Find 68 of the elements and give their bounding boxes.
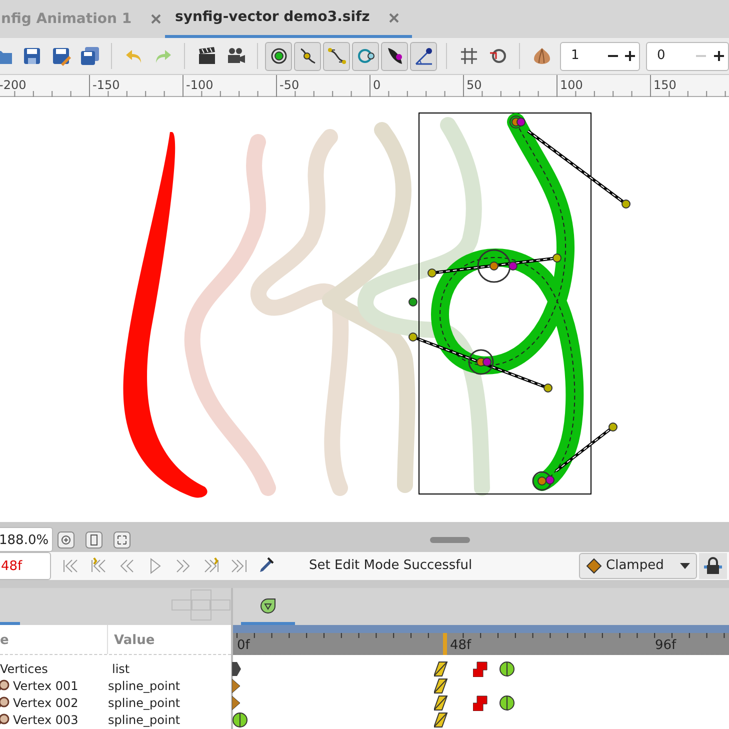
- linear-waypoint-icon[interactable]: [434, 695, 450, 711]
- spin-field[interactable]: 0: [646, 42, 729, 70]
- circle-tool-icon[interactable]: [356, 46, 376, 66]
- column-header[interactable]: e: [0, 625, 108, 654]
- snap-icon[interactable]: [488, 46, 508, 66]
- vertex-handle[interactable]: [510, 116, 526, 128]
- smooth-waypoint-icon[interactable]: [499, 661, 515, 677]
- constant-waypoint-icon[interactable]: [473, 661, 489, 677]
- interpolation-dropdown[interactable]: Clamped: [579, 553, 697, 579]
- spline-tool-icon[interactable]: [326, 46, 346, 66]
- param-name[interactable]: Vertex 002: [13, 694, 78, 712]
- tangent-handle[interactable]: [408, 332, 552, 392]
- status-text: Set Edit Mode Successful: [309, 557, 474, 576]
- transform-tool-icon[interactable]: [268, 46, 288, 66]
- time-label: 0f: [237, 637, 250, 655]
- grid-icon[interactable]: [458, 46, 478, 66]
- vertex-handle[interactable]: [468, 349, 494, 375]
- ruler-label: -100: [186, 77, 214, 94]
- plus-icon: [624, 50, 636, 62]
- ruler-label: 100: [560, 77, 583, 94]
- pane-grip[interactable]: [430, 537, 470, 543]
- zoom-reset-icon[interactable]: [85, 531, 103, 549]
- save-icon[interactable]: [22, 46, 42, 66]
- plus-icon: [712, 50, 725, 62]
- ruler-label: -150: [92, 77, 120, 94]
- smooth-waypoint-icon[interactable]: [232, 712, 248, 728]
- vertex-handle[interactable]: [477, 249, 518, 283]
- lock-icon[interactable]: [704, 557, 722, 575]
- save-as-icon[interactable]: [50, 46, 70, 66]
- param-value: spline_point: [108, 678, 180, 694]
- onion-icon[interactable]: [532, 46, 552, 66]
- param-name[interactable]: Vertex 003: [13, 710, 78, 728]
- close-icon[interactable]: [388, 12, 400, 24]
- vertex-handle[interactable]: [532, 471, 554, 491]
- linear-waypoint-icon[interactable]: [434, 712, 450, 728]
- ruler-label: -50: [280, 77, 300, 94]
- linear-waypoint-icon[interactable]: [434, 661, 450, 677]
- diamond-icon: [586, 558, 602, 574]
- linear-waypoint-icon[interactable]: [434, 678, 450, 694]
- smooth-waypoint-icon[interactable]: [499, 695, 515, 711]
- origin-handle[interactable]: [408, 298, 418, 306]
- spin-field[interactable]: 1: [560, 42, 640, 70]
- clapperboard-icon[interactable]: [196, 46, 216, 66]
- time-label: 48f: [450, 637, 472, 655]
- zoom-field[interactable]: 188.0%: [0, 527, 53, 552]
- param-name[interactable]: Vertices: [0, 660, 48, 678]
- param-name[interactable]: Vertex 001: [13, 676, 78, 694]
- param-value: spline_point: [108, 712, 180, 728]
- gradient-tool-icon[interactable]: [414, 46, 434, 66]
- tangent-handle[interactable]: [527, 130, 630, 208]
- constant-waypoint-icon[interactable]: [473, 695, 489, 711]
- timetrack-icon[interactable]: [260, 598, 276, 614]
- close-icon[interactable]: [150, 13, 162, 25]
- zoom-in-icon[interactable]: [57, 531, 75, 549]
- tangent-handle[interactable]: [555, 422, 618, 472]
- tangent-handle[interactable]: [428, 254, 562, 278]
- column-header[interactable]: Value: [108, 625, 228, 654]
- zoom-fit-icon[interactable]: [113, 531, 131, 549]
- save-all-icon[interactable]: [80, 46, 100, 66]
- ruler-label: 150: [654, 77, 676, 94]
- caret-icon: [680, 563, 690, 569]
- time-label: 96f: [655, 637, 676, 655]
- param-value: list: [112, 660, 130, 678]
- ruler-label: 0: [373, 77, 381, 94]
- ruler-label: 50: [466, 77, 482, 94]
- frame-field[interactable]: 48f: [0, 552, 51, 580]
- movie-camera-icon[interactable]: [226, 46, 246, 66]
- param-value: spline_point: [108, 694, 180, 712]
